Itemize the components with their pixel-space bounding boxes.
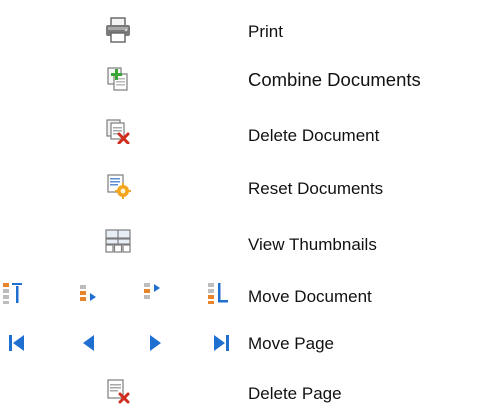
delete-document-icon[interactable] (105, 118, 131, 144)
delete-page-label: Delete Page (248, 384, 342, 403)
move-page-label: Move Page (248, 334, 334, 353)
move-to-bottom-icon[interactable] (207, 281, 229, 305)
move-to-top-icon[interactable] (2, 281, 24, 305)
first-page-icon[interactable] (8, 333, 26, 353)
combine-documents-icon[interactable] (106, 66, 132, 92)
combine-documents-label: Combine Documents (248, 69, 421, 90)
previous-page-icon[interactable] (80, 333, 96, 353)
printer-icon[interactable] (104, 16, 132, 44)
next-page-icon[interactable] (148, 333, 164, 353)
view-thumbnails-icon[interactable] (105, 228, 131, 254)
delete-document-label: Delete Document (248, 126, 380, 145)
print-label: Print (248, 22, 283, 41)
view-thumbnails-label: View Thumbnails (248, 235, 377, 254)
reset-documents-label: Reset Documents (248, 179, 384, 198)
move-down-icon[interactable] (143, 281, 163, 303)
move-document-label: Move Document (248, 287, 372, 306)
delete-page-icon[interactable] (105, 378, 131, 404)
last-page-icon[interactable] (212, 333, 230, 353)
move-up-icon[interactable] (79, 283, 99, 305)
reset-documents-icon[interactable] (106, 173, 132, 199)
